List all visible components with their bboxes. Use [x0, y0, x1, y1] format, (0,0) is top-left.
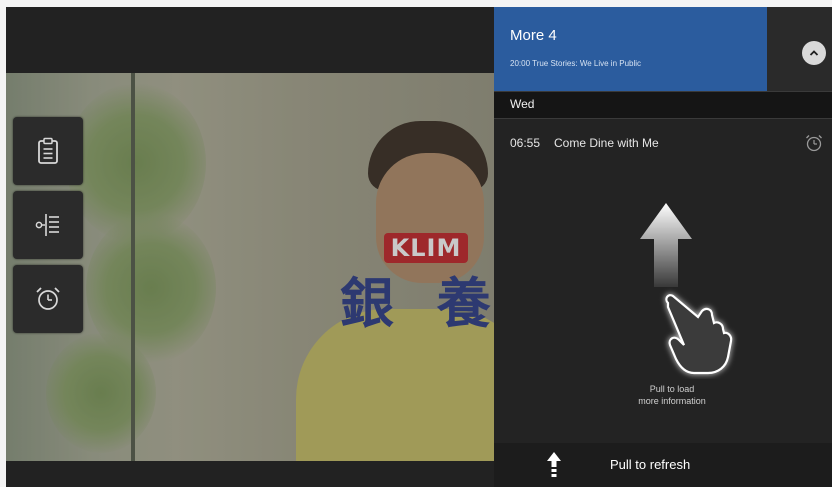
day-label: Wed	[510, 97, 535, 111]
video-bottom-bar	[6, 461, 494, 487]
day-separator: Wed	[494, 91, 832, 119]
video-top-bar	[6, 7, 494, 73]
program-info-icon	[38, 137, 58, 164]
swipe-hand-icon	[665, 294, 733, 375]
refresh-bar[interactable]: Pull to refresh	[494, 443, 832, 487]
pull-to-refresh-label: Pull to refresh	[610, 457, 691, 472]
channel-list-button[interactable]	[13, 191, 83, 259]
program-info-button[interactable]	[13, 117, 83, 185]
collapse-button[interactable]	[802, 41, 826, 65]
programme-row[interactable]: 06:55 Come Dine with Me	[494, 119, 832, 163]
pull-to-load-hint: Pull to load more information	[638, 384, 706, 406]
channel-list-icon	[35, 214, 59, 236]
up-arrow-icon	[640, 203, 692, 287]
chevron-up-icon	[809, 50, 819, 56]
alarm-clock-icon	[36, 287, 60, 310]
epg-panel: More 4 20:00 True Stories: We Live in Pu…	[494, 7, 832, 487]
alarm-clock-icon	[806, 135, 822, 152]
now-playing-info: 20:00 True Stories: We Live in Public	[510, 59, 642, 68]
tv-screen: KLIM 銀 養 More 4 20:00 True Stories: We L…	[6, 7, 832, 487]
channel-header[interactable]: More 4 20:00 True Stories: We Live in Pu…	[494, 7, 767, 91]
pull-down-arrow-icon	[547, 452, 561, 477]
reminder-button[interactable]	[13, 265, 83, 333]
programme-time: 06:55	[510, 136, 541, 150]
programme-title: Come Dine with Me	[554, 136, 659, 150]
set-reminder-button[interactable]	[804, 133, 824, 153]
channel-name: More 4	[510, 27, 557, 44]
